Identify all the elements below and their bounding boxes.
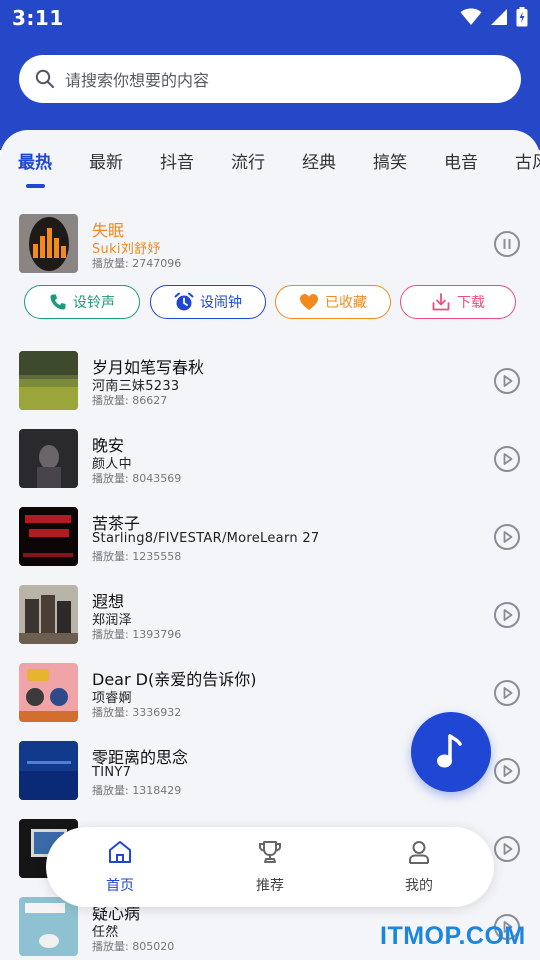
status-icons xyxy=(460,7,528,27)
song-cover xyxy=(19,507,78,566)
set-alarm-label: 设闹钟 xyxy=(200,295,242,311)
now-playing-item[interactable]: 失眠 Suki刘舒妤 播放量: 2747096 xyxy=(0,214,540,274)
tab-newest[interactable]: 最新 xyxy=(89,148,123,173)
play-button[interactable] xyxy=(494,368,520,394)
tab-electronic[interactable]: 电音 xyxy=(444,148,478,173)
song-row[interactable]: 晚安 颜人中 播放量: 8043569 xyxy=(0,429,540,489)
music-player-fab[interactable] xyxy=(411,712,491,792)
play-icon xyxy=(503,375,513,387)
play-button[interactable] xyxy=(494,680,520,706)
watermark: ITMOP.COM xyxy=(380,922,526,950)
search-placeholder: 请搜索你想要的内容 xyxy=(65,71,210,90)
play-button[interactable] xyxy=(494,446,520,472)
user-icon xyxy=(409,841,429,864)
play-icon xyxy=(503,843,513,855)
play-button[interactable] xyxy=(494,602,520,628)
category-tabs: 最热 最新 抖音 流行 经典 搞笑 电音 古风 xyxy=(0,130,540,190)
download-label: 下载 xyxy=(457,295,485,311)
tab-popular[interactable]: 流行 xyxy=(231,148,265,173)
play-icon xyxy=(503,531,513,543)
tab-ancient-style[interactable]: 古风 xyxy=(515,148,540,173)
song-plays: 播放量: 3336932 xyxy=(92,706,182,719)
song-plays: 播放量: 805020 xyxy=(92,940,175,953)
song-plays: 播放量: 1393796 xyxy=(92,628,182,641)
pause-button[interactable] xyxy=(494,231,520,257)
song-artist: Starling8/FIVESTAR/MoreLearn 27 xyxy=(92,531,320,546)
home-icon xyxy=(109,841,131,863)
nav-home[interactable]: 首页 xyxy=(80,839,160,899)
song-cover xyxy=(19,429,78,488)
song-cover xyxy=(19,585,78,644)
status-time: 3:11 xyxy=(12,6,64,30)
app-header: 3:11 请搜索你想要的内容 xyxy=(0,0,540,150)
status-bar: 3:11 xyxy=(0,0,540,36)
battery-icon xyxy=(516,7,528,27)
play-icon xyxy=(503,687,513,699)
song-plays: 播放量: 86627 xyxy=(92,394,168,407)
tab-classic[interactable]: 经典 xyxy=(302,148,336,173)
nav-recommend-label: 推荐 xyxy=(256,878,284,894)
alarm-clock-icon xyxy=(174,292,194,311)
now-playing-plays: 播放量: 2747096 xyxy=(92,257,182,270)
play-icon xyxy=(503,453,513,465)
pause-icon xyxy=(503,239,511,249)
nav-mine[interactable]: 我的 xyxy=(379,839,459,899)
song-cover xyxy=(19,741,78,800)
search-bar[interactable]: 请搜索你想要的内容 xyxy=(19,55,521,103)
trophy-icon xyxy=(259,841,281,863)
song-cover xyxy=(19,351,78,410)
song-artist: TINY7 xyxy=(92,765,132,780)
wifi-icon xyxy=(460,8,482,26)
play-icon xyxy=(503,609,513,621)
search-icon xyxy=(35,69,55,89)
tab-hottest[interactable]: 最热 xyxy=(18,148,52,173)
song-plays: 播放量: 1235558 xyxy=(92,550,182,563)
play-icon xyxy=(503,765,513,777)
heart-icon xyxy=(300,294,318,310)
set-ringtone-label: 设铃声 xyxy=(73,295,115,311)
nav-mine-label: 我的 xyxy=(405,878,433,894)
play-button[interactable] xyxy=(494,524,520,550)
song-plays: 播放量: 8043569 xyxy=(92,472,182,485)
phone-icon xyxy=(50,294,66,310)
signal-icon xyxy=(490,8,508,26)
download-button[interactable]: 下载 xyxy=(400,285,516,319)
nav-home-label: 首页 xyxy=(106,878,134,894)
song-plays: 播放量: 1318429 xyxy=(92,784,182,797)
favorited-label: 已收藏 xyxy=(325,295,367,311)
set-alarm-button[interactable]: 设闹钟 xyxy=(150,285,266,319)
music-note-icon xyxy=(437,734,462,768)
song-actions: 设铃声 设闹钟 已收藏 下载 xyxy=(0,285,540,321)
download-icon xyxy=(432,293,450,311)
song-row[interactable]: 岁月如笔写春秋 河南三妹5233 播放量: 86627 xyxy=(0,351,540,411)
play-button[interactable] xyxy=(494,836,520,862)
song-cover xyxy=(19,897,78,956)
tab-douyin[interactable]: 抖音 xyxy=(160,148,194,173)
song-row[interactable]: 遐想 郑润泽 播放量: 1393796 xyxy=(0,585,540,645)
set-ringtone-button[interactable]: 设铃声 xyxy=(24,285,140,319)
tab-indicator xyxy=(26,184,45,188)
song-cover xyxy=(19,663,78,722)
play-button[interactable] xyxy=(494,758,520,784)
song-row[interactable]: 苦茶子 Starling8/FIVESTAR/MoreLearn 27 播放量:… xyxy=(0,507,540,567)
favorited-button[interactable]: 已收藏 xyxy=(275,285,391,319)
bottom-nav: 首页 推荐 我的 xyxy=(46,827,494,907)
nav-recommend[interactable]: 推荐 xyxy=(230,839,310,899)
tab-funny[interactable]: 搞笑 xyxy=(373,148,407,173)
song-cover xyxy=(19,214,78,273)
